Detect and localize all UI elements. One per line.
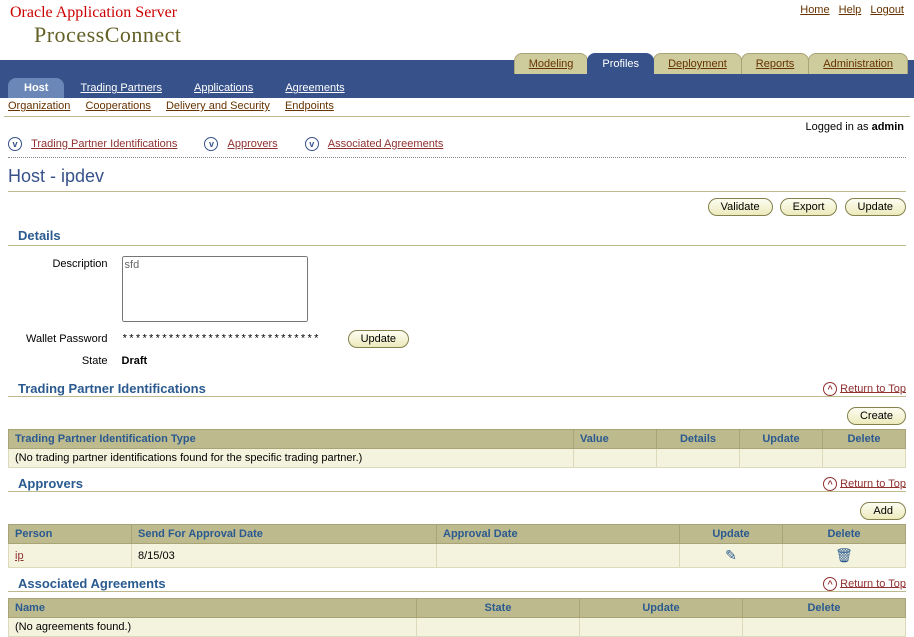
- approver-approval-date: [437, 544, 680, 568]
- anchor-links: v Trading Partner Identifications v Appr…: [0, 133, 914, 155]
- approvers-col-person: Person: [9, 525, 132, 544]
- create-button[interactable]: Create: [847, 407, 906, 425]
- tpi-col-update: Update: [740, 430, 823, 449]
- wallet-password-value: ******************************: [122, 334, 320, 346]
- details-form: Description Wallet Password ************…: [20, 252, 412, 373]
- help-link[interactable]: Help: [839, 4, 862, 16]
- assoc-col-state: State: [417, 599, 580, 618]
- assoc-col-delete: Delete: [743, 599, 906, 618]
- tpi-table: Trading Partner Identification Type Valu…: [8, 429, 906, 468]
- tab-reports[interactable]: Reports: [741, 53, 810, 74]
- tpi-title: Trading Partner Identifications: [18, 381, 206, 396]
- login-status: Logged in as admin: [0, 117, 914, 133]
- main-tabs: Modeling Profiles Deployment Reports Adm…: [515, 53, 908, 74]
- trash-icon[interactable]: 🗑: [835, 547, 853, 563]
- table-row: (No agreements found.): [9, 618, 906, 637]
- up-arrow-icon: ^: [823, 477, 837, 491]
- assoc-empty: (No agreements found.): [9, 618, 417, 637]
- subsub-links: Organization Cooperations Delivery and S…: [0, 98, 914, 116]
- state-value: Draft: [120, 351, 322, 371]
- down-arrow-icon: v: [8, 137, 22, 151]
- approvers-col-delete: Delete: [783, 525, 906, 544]
- return-to-top-link[interactable]: Return to Top: [840, 477, 906, 489]
- subsub-organization[interactable]: Organization: [8, 100, 70, 112]
- approver-person-link[interactable]: ip: [15, 550, 24, 562]
- return-to-top-link[interactable]: Return to Top: [840, 577, 906, 589]
- subtab-applications[interactable]: Applications: [178, 78, 269, 98]
- anchor-approvers[interactable]: Approvers: [228, 138, 278, 150]
- page-title: Host - ipdev: [8, 166, 906, 187]
- assoc-table: Name State Update Delete (No agreements …: [8, 598, 906, 637]
- top-links: Home Help Logout: [794, 4, 904, 16]
- pencil-icon[interactable]: ✎: [725, 547, 737, 563]
- down-arrow-icon: v: [204, 137, 218, 151]
- anchor-assoc[interactable]: Associated Agreements: [328, 138, 444, 150]
- subtab-trading-partners[interactable]: Trading Partners: [64, 78, 178, 98]
- login-prefix: Logged in as: [806, 121, 872, 133]
- sub-tabs-bar: Host Trading Partners Applications Agree…: [0, 74, 914, 98]
- assoc-header: Associated Agreements ^ Return to Top: [0, 568, 914, 591]
- top-bar: Oracle Application Server ProcessConnect…: [0, 0, 914, 48]
- wallet-password-label: Wallet Password: [22, 329, 118, 349]
- assoc-col-name: Name: [9, 599, 417, 618]
- assoc-col-update: Update: [580, 599, 743, 618]
- assoc-title: Associated Agreements: [18, 576, 166, 591]
- validate-button[interactable]: Validate: [708, 198, 773, 216]
- approvers-table: Person Send For Approval Date Approval D…: [8, 524, 906, 568]
- export-button[interactable]: Export: [780, 198, 838, 216]
- add-button[interactable]: Add: [860, 502, 906, 520]
- tpi-col-details: Details: [657, 430, 740, 449]
- tab-administration[interactable]: Administration: [808, 53, 908, 74]
- subsub-cooperations[interactable]: Cooperations: [85, 100, 150, 112]
- approvers-col-sent: Send For Approval Date: [132, 525, 437, 544]
- approvers-col-update: Update: [680, 525, 783, 544]
- tab-profiles[interactable]: Profiles: [587, 53, 654, 74]
- tpi-col-delete: Delete: [823, 430, 906, 449]
- page-actions: Validate Export Update: [0, 194, 914, 220]
- table-row: ip 8/15/03 ✎ 🗑: [9, 544, 906, 568]
- state-label: State: [22, 351, 118, 371]
- update-button[interactable]: Update: [845, 198, 906, 216]
- tab-modeling[interactable]: Modeling: [514, 53, 589, 74]
- logout-link[interactable]: Logout: [870, 4, 904, 16]
- tpi-empty: (No trading partner identifications foun…: [9, 449, 574, 468]
- approvers-title: Approvers: [18, 476, 83, 491]
- description-label: Description: [22, 254, 118, 327]
- down-arrow-icon: v: [305, 137, 319, 151]
- table-row: (No trading partner identifications foun…: [9, 449, 906, 468]
- tpi-col-type: Trading Partner Identification Type: [9, 430, 574, 449]
- description-textarea[interactable]: [122, 256, 308, 322]
- brand-line2: ProcessConnect: [10, 22, 182, 48]
- approvers-header: Approvers ^ Return to Top: [0, 468, 914, 491]
- home-link[interactable]: Home: [800, 4, 829, 16]
- approvers-col-approval: Approval Date: [437, 525, 680, 544]
- up-arrow-icon: ^: [823, 382, 837, 396]
- login-user: admin: [872, 121, 904, 133]
- return-to-top-link[interactable]: Return to Top: [840, 382, 906, 394]
- subtab-host[interactable]: Host: [8, 78, 64, 98]
- anchor-tpi[interactable]: Trading Partner Identifications: [31, 138, 177, 150]
- details-update-button[interactable]: Update: [348, 330, 409, 348]
- details-section-title: Details: [0, 220, 914, 245]
- subtab-agreements[interactable]: Agreements: [269, 78, 360, 98]
- tpi-header: Trading Partner Identifications ^ Return…: [0, 373, 914, 396]
- tab-deployment[interactable]: Deployment: [653, 53, 742, 74]
- subsub-delivery[interactable]: Delivery and Security: [166, 100, 270, 112]
- tpi-col-value: Value: [574, 430, 657, 449]
- brand-line1: Oracle Application Server: [10, 4, 182, 22]
- subsub-endpoints[interactable]: Endpoints: [285, 100, 334, 112]
- main-tabs-row: Modeling Profiles Deployment Reports Adm…: [0, 48, 914, 74]
- approver-sent-date: 8/15/03: [132, 544, 437, 568]
- up-arrow-icon: ^: [823, 577, 837, 591]
- logo-block: Oracle Application Server ProcessConnect: [10, 4, 182, 48]
